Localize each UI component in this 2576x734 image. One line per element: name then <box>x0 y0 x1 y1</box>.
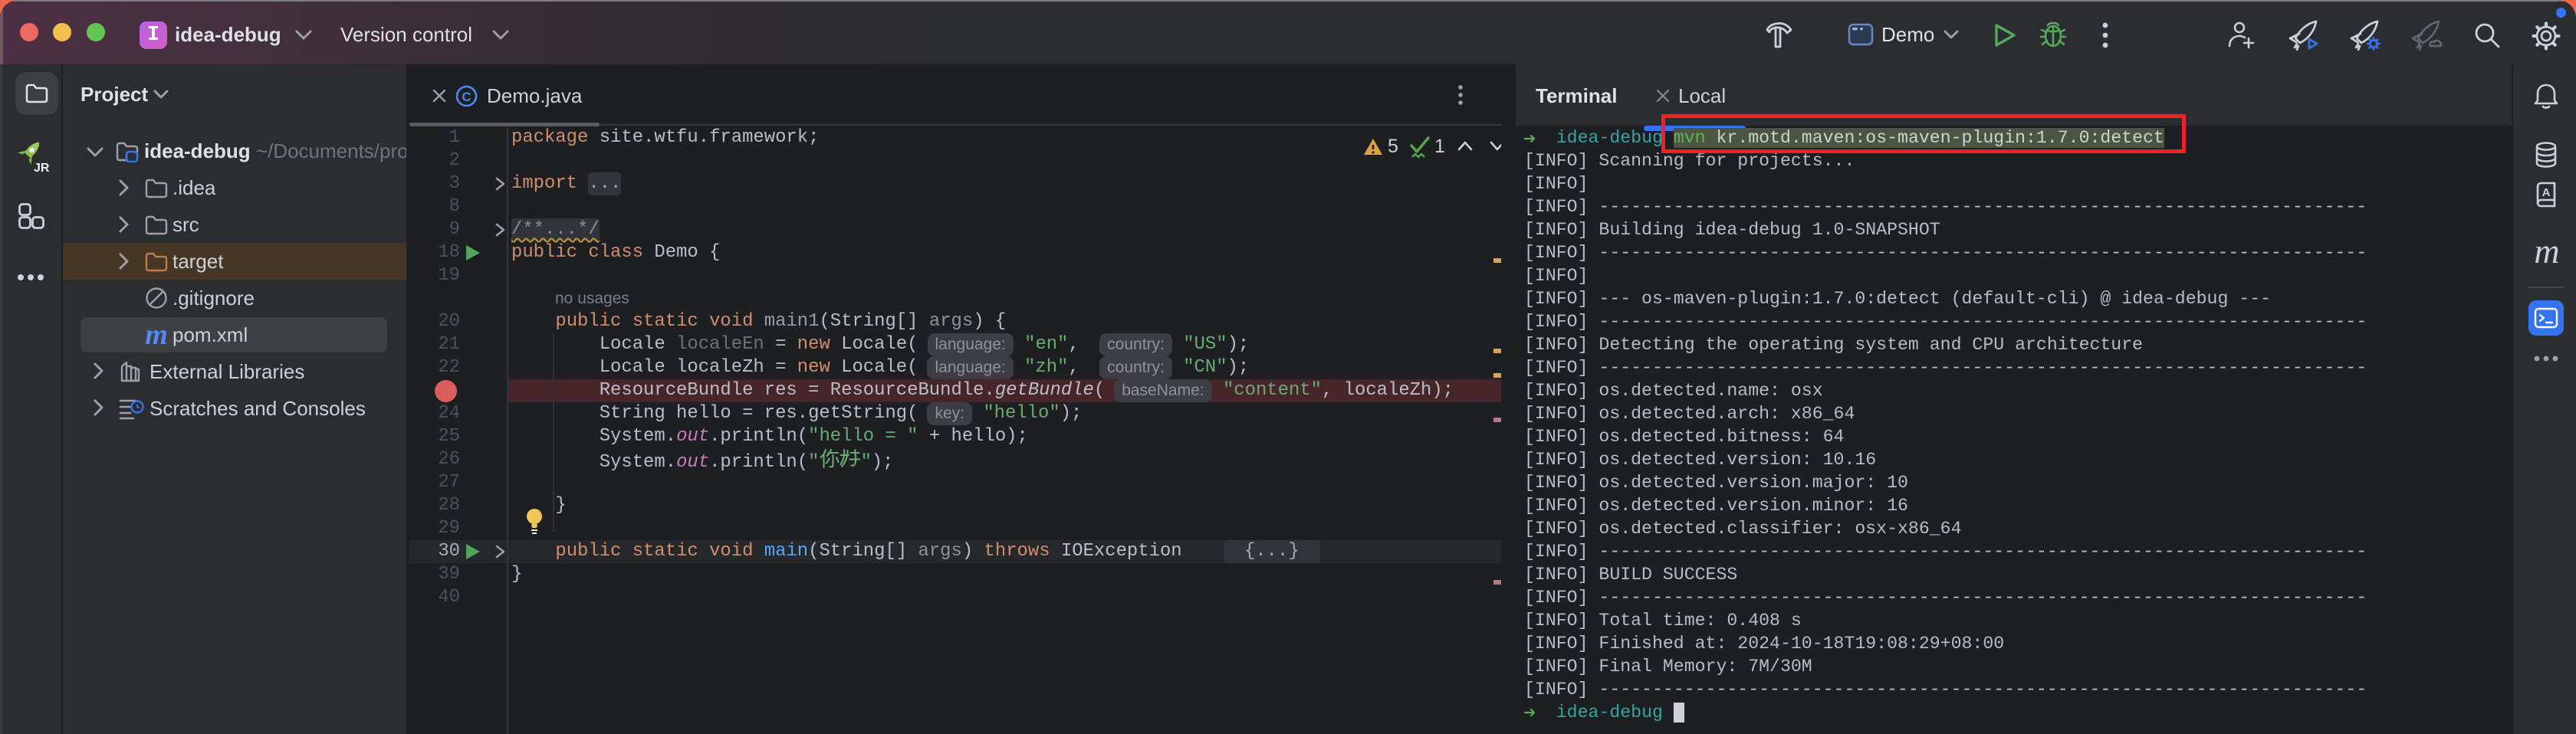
svg-text:C: C <box>462 90 471 104</box>
svg-text:A: A <box>2542 186 2551 199</box>
svg-text:JR: JR <box>34 162 49 173</box>
